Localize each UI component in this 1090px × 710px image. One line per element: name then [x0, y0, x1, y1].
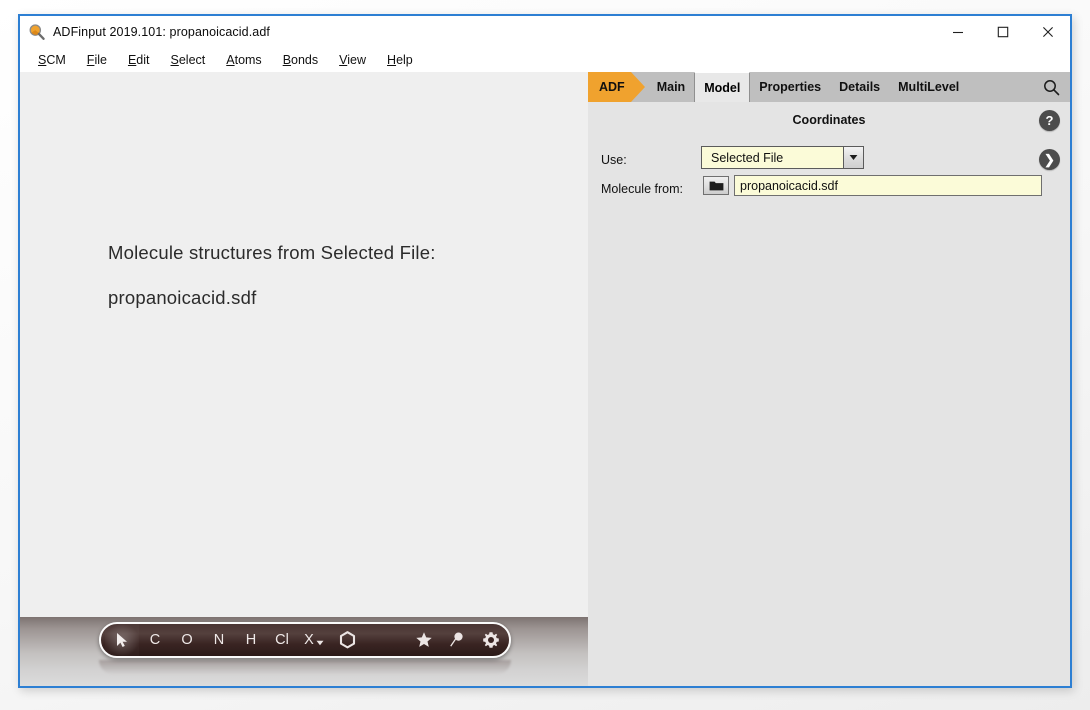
cursor-tool[interactable]: [105, 624, 139, 656]
window-title: ADFinput 2019.101: propanoicacid.adf: [53, 25, 270, 39]
settings-tool[interactable]: [473, 624, 509, 656]
molecule-from-label: Molecule from:: [601, 182, 683, 196]
window-body: Molecule structures from Selected File: …: [20, 72, 1070, 686]
other-element-tool[interactable]: X: [297, 624, 331, 656]
chevron-down-icon: [316, 640, 324, 645]
other-element-tool-label: X: [304, 632, 314, 648]
gear-icon: [483, 632, 499, 648]
tab-multilevel-label: MultiLevel: [898, 80, 960, 94]
menu-file[interactable]: File: [87, 53, 107, 67]
menu-bonds[interactable]: Bonds: [283, 53, 318, 67]
hydrogen-tool-label: H: [245, 632, 257, 648]
tab-multilevel[interactable]: MultiLevel: [889, 72, 968, 102]
tab-bar-spacer: [968, 72, 1032, 102]
help-button[interactable]: ?: [1039, 110, 1060, 131]
chlorine-tool[interactable]: Cl: [267, 624, 297, 656]
use-label: Use:: [601, 153, 627, 167]
menu-help[interactable]: Help: [387, 53, 413, 67]
canvas-message-line1: Molecule structures from Selected File:: [108, 242, 436, 263]
menu-view[interactable]: View: [339, 53, 366, 67]
browse-file-button[interactable]: [703, 176, 729, 195]
next-button-label: ❯: [1044, 151, 1055, 167]
menu-bonds-label: onds: [291, 53, 319, 67]
favorites-tool[interactable]: [407, 624, 441, 656]
carbon-tool-label: C: [149, 632, 161, 648]
dropdown-arrow-icon[interactable]: [843, 147, 863, 168]
search-icon: [1043, 79, 1059, 95]
menu-atoms-label: toms: [234, 53, 262, 67]
next-button[interactable]: ❯: [1039, 149, 1060, 170]
molecule-canvas[interactable]: Molecule structures from Selected File: …: [20, 72, 588, 686]
use-dropdown-value: Selected File: [711, 150, 784, 165]
tab-properties-label: Properties: [759, 80, 822, 94]
close-icon: [1042, 27, 1053, 37]
tab-main[interactable]: Main: [631, 72, 694, 102]
menu-scm-label: CM: [46, 53, 66, 67]
tab-model-label: Model: [704, 80, 741, 95]
menu-help-mnemonic: H: [387, 53, 397, 67]
coordinates-section: Coordinates ? ❯ Use: Selected File Molec…: [588, 102, 1070, 686]
canvas-bottom-strip: C O N H Cl X: [20, 617, 588, 686]
nitrogen-tool[interactable]: N: [203, 624, 235, 656]
close-button[interactable]: [1025, 16, 1070, 48]
menu-edit[interactable]: Edit: [128, 53, 150, 67]
chevron-down-icon: [849, 155, 858, 160]
minimize-icon: [952, 31, 963, 34]
tab-properties[interactable]: Properties: [750, 72, 830, 102]
benzene-ring-tool[interactable]: [331, 624, 363, 656]
menu-help-label: elp: [396, 53, 413, 67]
hydrogen-tool[interactable]: H: [235, 624, 267, 656]
help-button-label: ?: [1045, 113, 1054, 128]
tab-model[interactable]: Model: [694, 72, 751, 102]
menu-view-label: iew: [347, 53, 367, 67]
tab-adf[interactable]: ADF: [588, 72, 645, 102]
oxygen-tool[interactable]: O: [171, 624, 203, 656]
magnifier-icon: [29, 24, 45, 40]
tab-details[interactable]: Details: [830, 72, 889, 102]
menu-edit-label: dit: [136, 53, 150, 67]
canvas-message-line2: propanoicacid.sdf: [108, 287, 257, 308]
menu-select[interactable]: Select: [171, 53, 206, 67]
nitrogen-tool-label: N: [213, 632, 225, 648]
molecule-file-input[interactable]: [734, 175, 1042, 196]
menu-file-label: ile: [94, 53, 107, 67]
menu-select-label: elect: [178, 53, 206, 67]
adfinput-window: ADFinput 2019.101: propanoicacid.adf SCM…: [18, 14, 1072, 688]
star-icon: [416, 632, 432, 647]
title-bar: ADFinput 2019.101: propanoicacid.adf: [20, 16, 1070, 48]
menu-select-mnemonic: S: [170, 53, 179, 67]
canvas-message: Molecule structures from Selected File: …: [108, 242, 538, 309]
hexagon-icon: [339, 631, 355, 649]
toolbar-reflection: [99, 660, 511, 674]
magnifier-tool[interactable]: [441, 624, 473, 656]
search-button[interactable]: [1032, 72, 1070, 102]
settings-panel: ADF Main Model Properties Details MultiL…: [588, 72, 1070, 686]
desktop-background: ADFinput 2019.101: propanoicacid.adf SCM…: [0, 0, 1090, 710]
window-controls: [935, 16, 1070, 48]
oxygen-tool-label: O: [181, 632, 193, 648]
tab-details-label: Details: [839, 80, 881, 94]
section-title: Coordinates: [792, 113, 866, 127]
menu-scm[interactable]: SCM: [38, 53, 66, 67]
minimize-button[interactable]: [935, 16, 980, 48]
folder-icon: [709, 181, 723, 190]
tab-bar: ADF Main Model Properties Details MultiL…: [588, 72, 1070, 102]
menu-bar: SCM File Edit Select Atoms Bonds View He…: [20, 48, 1070, 72]
cursor-arrow-icon: [117, 633, 127, 647]
menu-bonds-mnemonic: B: [282, 53, 292, 67]
tab-adf-label: ADF: [599, 80, 625, 94]
atom-toolbar: C O N H Cl X: [99, 622, 511, 658]
menu-atoms-mnemonic: A: [226, 53, 235, 67]
menu-atoms[interactable]: Atoms: [226, 53, 261, 67]
carbon-tool[interactable]: C: [139, 624, 171, 656]
magnifier-pin-icon: [450, 632, 463, 647]
tab-main-label: Main: [656, 80, 686, 94]
chlorine-tool-label: Cl: [275, 632, 289, 648]
maximize-icon: [997, 26, 1008, 38]
use-dropdown[interactable]: Selected File: [701, 146, 864, 169]
maximize-button[interactable]: [980, 16, 1025, 48]
